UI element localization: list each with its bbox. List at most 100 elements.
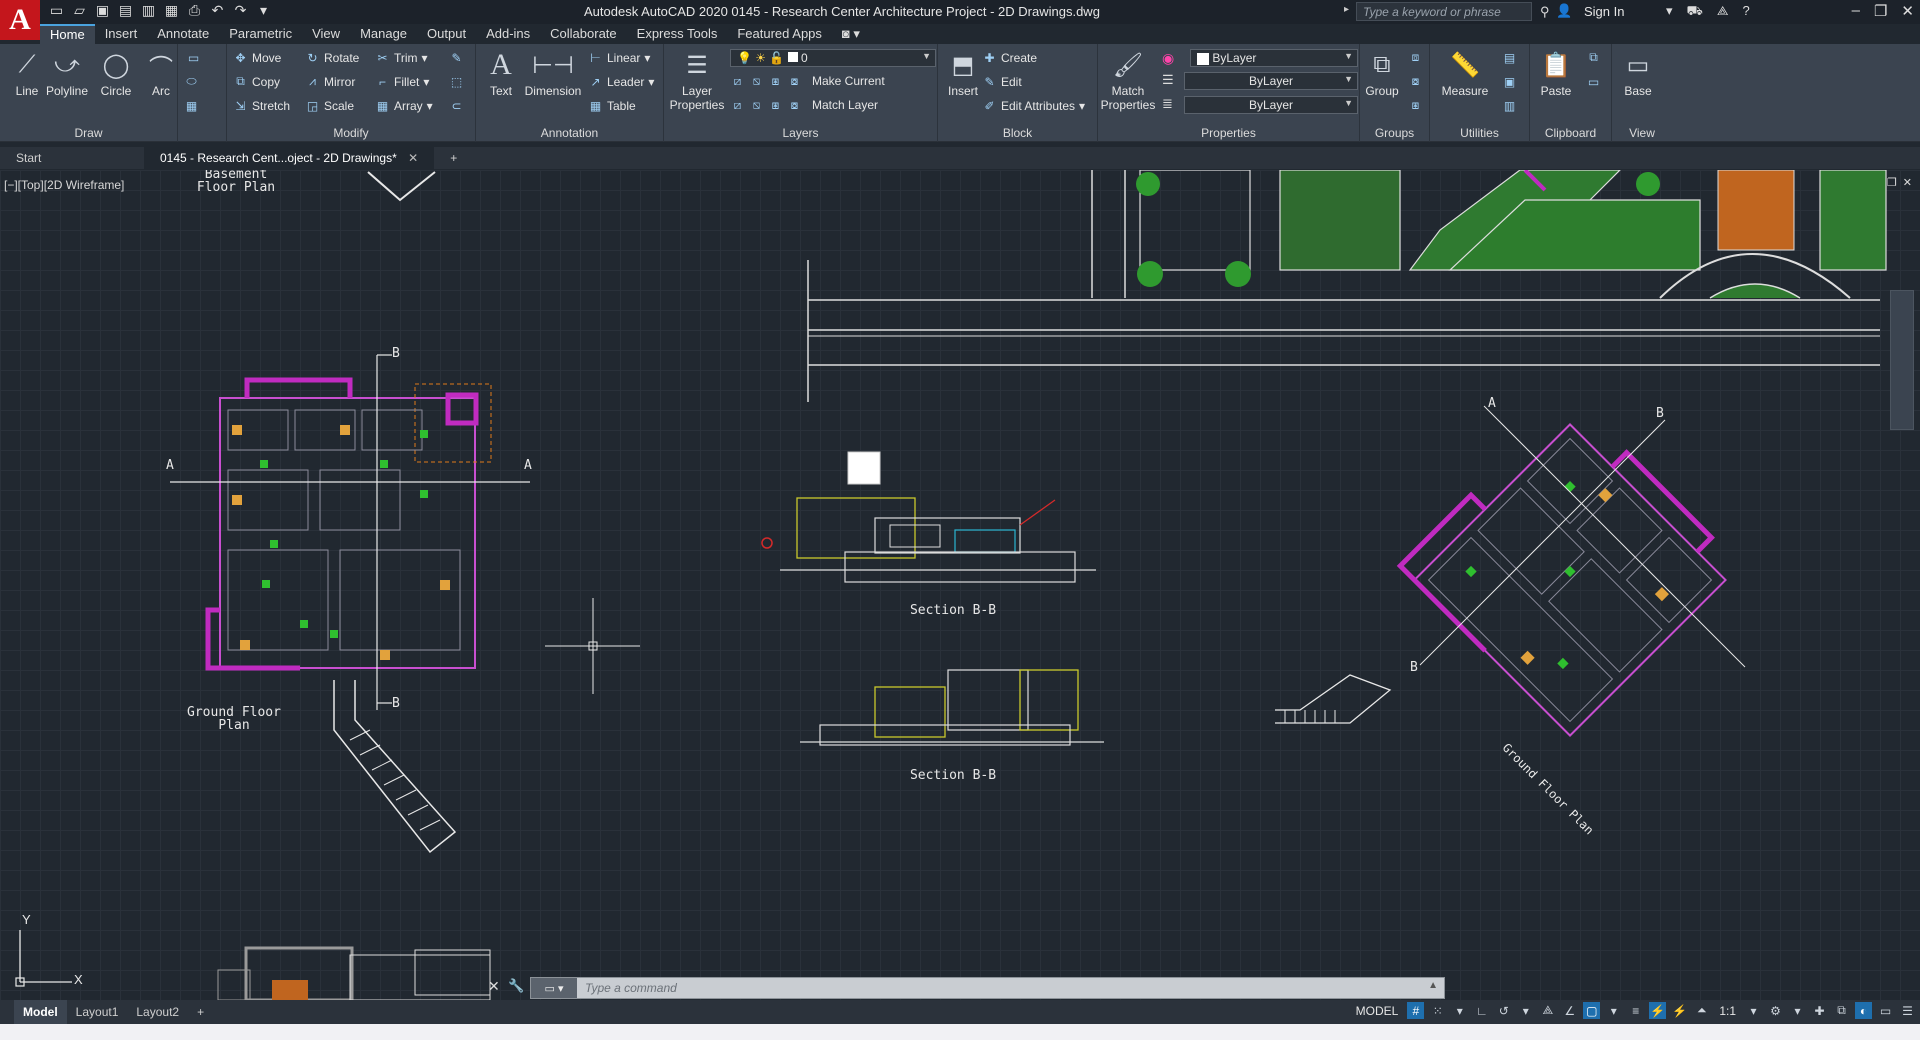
layer-freeze-tool-icon[interactable]: ⧆ — [768, 74, 783, 89]
osnap-dropdown-icon[interactable]: ▾ — [1605, 1002, 1622, 1019]
insert-button[interactable]: ⬒ Insert — [938, 48, 988, 99]
groups-panel-label[interactable]: Groups — [1360, 126, 1429, 140]
lineweight-dropdown[interactable]: ByLayer ▼ — [1184, 96, 1358, 114]
tab-addins[interactable]: Add-ins — [476, 24, 540, 44]
paste-button[interactable]: 📋 Paste — [1534, 48, 1578, 99]
polar-icon[interactable]: ↺ — [1495, 1002, 1512, 1019]
linear-button[interactable]: ⊢ Linear ▾ — [588, 50, 650, 65]
cart-icon[interactable]: ⛟ — [1687, 3, 1703, 21]
signin-dropdown-icon[interactable]: ▾ — [1666, 3, 1673, 21]
customization-icon[interactable]: ☰ — [1899, 1002, 1916, 1019]
array-dropdown-icon[interactable]: ▾ — [427, 99, 433, 113]
match-properties-button[interactable]: 🖌 Match Properties — [1100, 48, 1156, 113]
layer-dropdown[interactable]: 💡 ☀ 🔓 0 ▼ — [730, 49, 936, 67]
measure-button[interactable]: 📏 Measure — [1436, 48, 1494, 99]
object-track-icon[interactable]: ∠ — [1561, 1002, 1578, 1019]
lineweight-toggle-icon[interactable]: ≡ — [1627, 1002, 1644, 1019]
properties-panel-label[interactable]: Properties — [1098, 126, 1359, 140]
hatch-pattern-tool[interactable]: ▦ — [184, 98, 199, 113]
make-current-button[interactable]: Make Current — [812, 74, 885, 88]
layers-panel-label[interactable]: Layers — [664, 126, 937, 140]
circle-button[interactable]: ◯ Circle — [91, 48, 141, 99]
layer-thaw-icon[interactable]: ⧆ — [768, 98, 783, 113]
scale-button[interactable]: ◲ Scale — [305, 98, 354, 113]
copy-clip-icon[interactable]: ⧉ — [1586, 50, 1601, 65]
open-file-icon[interactable]: ▱ — [71, 2, 88, 19]
add-layout-button[interactable]: + — [188, 1000, 213, 1024]
edit-attributes-dropdown-icon[interactable]: ▾ — [1079, 99, 1085, 113]
autodesk-a360-icon[interactable]: ⟁ — [1717, 3, 1729, 21]
autocad-logo-button[interactable]: A — [0, 0, 40, 40]
rotate-button[interactable]: ↻ Rotate — [305, 50, 359, 65]
create-block-button[interactable]: ✚ Create — [982, 50, 1037, 65]
command-history-icon[interactable]: ▲ — [1428, 980, 1438, 991]
match-layer-button[interactable]: Match Layer — [812, 98, 878, 112]
tab-output[interactable]: Output — [417, 24, 476, 44]
ortho-icon[interactable]: ∟ — [1473, 1002, 1490, 1019]
new-file-icon[interactable]: ▭ — [48, 2, 65, 19]
table-button[interactable]: ▦ Table — [588, 98, 636, 113]
annotation-monitor-icon[interactable]: ✚ — [1811, 1002, 1828, 1019]
redo-icon[interactable]: ↷ — [232, 2, 249, 19]
drawing-viewport[interactable]: [−][Top][2D Wireframe] – ❐ ✕ — [0, 170, 1920, 1000]
mirror-button[interactable]: ⩘ Mirror — [305, 74, 355, 89]
array-button[interactable]: ▦ Array ▾ — [375, 98, 433, 113]
draw-panel-label[interactable]: Draw — [0, 126, 177, 140]
layer-on-all-icon[interactable]: ⧄ — [730, 98, 745, 113]
save-as-icon[interactable]: ▤ — [117, 2, 134, 19]
modify-panel-label[interactable]: Modify — [227, 126, 475, 140]
layer-isolate-icon[interactable]: ⧅ — [749, 74, 764, 89]
base-button[interactable]: ▭ Base — [1616, 48, 1660, 99]
command-close-icon[interactable]: ✕ — [488, 978, 500, 995]
command-customize-icon[interactable]: 🔧 — [508, 978, 524, 994]
tab-express-tools[interactable]: Express Tools — [627, 24, 728, 44]
command-input[interactable]: Type a command — [577, 981, 1444, 995]
leader-button[interactable]: ↗ Leader ▾ — [588, 74, 654, 89]
view-panel-label[interactable]: View — [1612, 126, 1672, 140]
tab-layout1[interactable]: Layout1 — [67, 1000, 128, 1024]
binoculars-icon[interactable]: ⚲ — [1540, 4, 1550, 20]
sign-in-button[interactable]: Sign In — [1584, 4, 1624, 19]
grid-icon[interactable]: # — [1407, 1002, 1425, 1019]
restore-icon[interactable]: ❐ — [1874, 2, 1887, 20]
layer-properties-button[interactable]: ☰ Layer Properties — [668, 48, 726, 113]
color-dropdown[interactable]: ByLayer ▼ — [1190, 49, 1358, 67]
cut-icon[interactable]: ▭ — [1586, 74, 1601, 89]
fillet-button[interactable]: ⌐ Fillet ▾ — [375, 74, 429, 89]
linetype-dropdown[interactable]: ByLayer ▼ — [1184, 72, 1358, 90]
tab-manage[interactable]: Manage — [350, 24, 417, 44]
tab-collaborate[interactable]: Collaborate — [540, 24, 627, 44]
minimize-icon[interactable]: – — [1852, 2, 1860, 20]
copy-button[interactable]: ⧉ Copy — [233, 74, 280, 89]
rectangle-tool[interactable]: ▭ — [186, 50, 201, 65]
utilities-panel-label[interactable]: Utilities — [1430, 126, 1529, 140]
layer-off-icon[interactable]: ⧄ — [730, 74, 745, 89]
annotation-scale-value[interactable]: 1:1 — [1715, 1003, 1740, 1019]
polar-dropdown-icon[interactable]: ▾ — [1517, 1002, 1534, 1019]
workspace-gear-icon[interactable]: ⚙ — [1767, 1002, 1784, 1019]
snap-dropdown-icon[interactable]: ▾ — [1451, 1002, 1468, 1019]
stretch-button[interactable]: ⇲ Stretch — [233, 98, 290, 113]
open-web-icon[interactable]: ▥ — [140, 2, 157, 19]
save-icon[interactable]: ▣ — [94, 2, 111, 19]
isolate-objects-icon[interactable]: ◐ — [1855, 1002, 1872, 1019]
trim-dropdown-icon[interactable]: ▾ — [422, 51, 428, 65]
arc-button[interactable]: ⌒ Arc — [136, 48, 186, 99]
help-icon[interactable]: ? — [1743, 3, 1750, 21]
navigation-bar[interactable] — [1890, 290, 1914, 430]
quick-select-icon[interactable]: ▣ — [1502, 74, 1517, 89]
workspace-dropdown-icon[interactable]: ▾ — [1789, 1002, 1806, 1019]
ungroup-icon[interactable]: ⧈ — [1408, 50, 1423, 65]
plot-icon[interactable]: ⎙ — [186, 2, 203, 19]
tab-parametric[interactable]: Parametric — [219, 24, 302, 44]
group-edit-icon[interactable]: ⧇ — [1408, 74, 1423, 89]
text-button[interactable]: A Text — [476, 48, 526, 98]
clean-screen-icon[interactable]: ▭ — [1877, 1002, 1894, 1019]
layer-lock-tool-icon[interactable]: ⧇ — [787, 74, 802, 89]
calculator-icon[interactable]: ▤ — [1502, 50, 1517, 65]
undo-icon[interactable]: ↶ — [209, 2, 226, 19]
group-selection-icon[interactable]: ⧆ — [1408, 98, 1423, 113]
polyline-button[interactable]: ⤻ Polyline — [42, 48, 92, 98]
tab-model[interactable]: Model — [14, 1000, 67, 1024]
units-icon[interactable]: ⧉ — [1833, 1002, 1850, 1019]
